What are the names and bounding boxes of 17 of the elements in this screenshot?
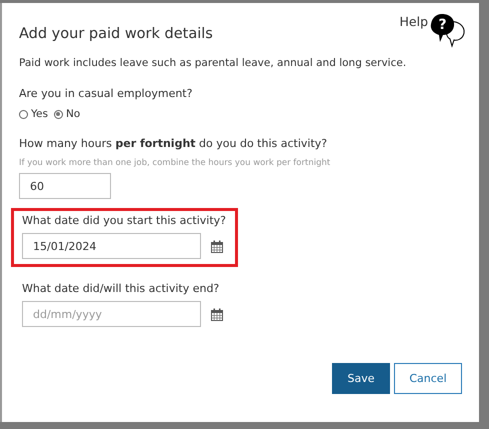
calendar-icon[interactable] <box>211 240 223 252</box>
date-input[interactable]: dd/mm/yyyy <box>22 301 201 327</box>
calendar-icon[interactable] <box>211 308 223 320</box>
date-input[interactable]: 15/01/2024 <box>22 233 201 259</box>
intro-text: Paid work includes leave such as parental leave, annual and long service. <box>19 57 408 69</box>
hours-label: How many hours per fortnight do you do this activity? <box>19 137 328 150</box>
question-label: Are you in casual employment? <box>19 87 194 100</box>
save-button[interactable]: Save <box>332 363 390 394</box>
help-link[interactable]: Help ? <box>400 14 466 48</box>
radio-option[interactable]: Yes <box>19 108 48 120</box>
hint-text: If you work more than one job, combine the hours you work per fortnight <box>19 158 332 168</box>
date-label: What date did you start this activity? <box>22 214 227 227</box>
radio-option[interactable]: No <box>54 108 80 120</box>
date-label: What date did/will this activity end? <box>22 282 220 295</box>
hours-input[interactable]: 60 <box>19 173 111 199</box>
dialog-title: Add your paid work details <box>19 26 213 42</box>
cancel-button[interactable]: Cancel <box>394 363 462 394</box>
